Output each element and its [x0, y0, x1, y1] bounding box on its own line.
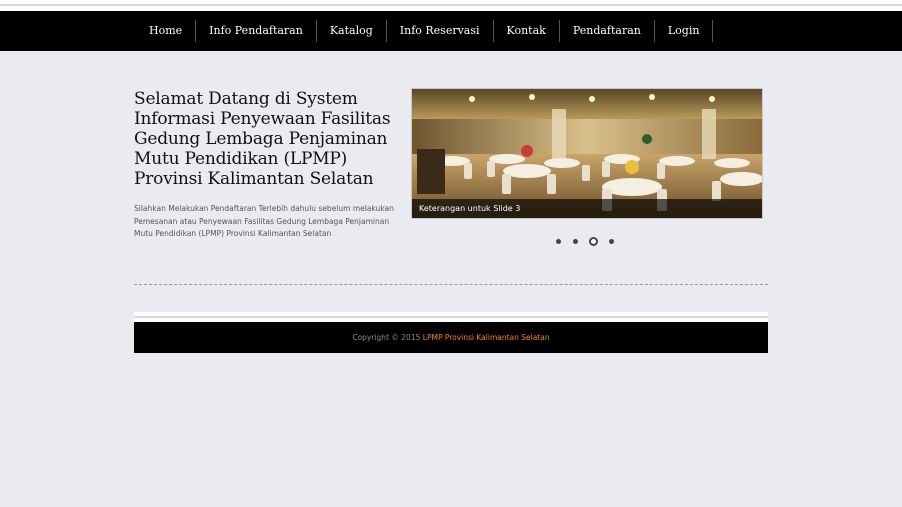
- slider-dot-2[interactable]: [573, 239, 578, 244]
- nav-login[interactable]: Login: [655, 20, 714, 42]
- slider-dot-4[interactable]: [609, 239, 614, 244]
- slider-dot-1[interactable]: [556, 239, 561, 244]
- nav-info-pendaftaran[interactable]: Info Pendaftaran: [196, 20, 317, 42]
- main-nav: Home Info Pendaftaran Katalog Info Reser…: [136, 11, 714, 51]
- content-divider: [134, 284, 768, 285]
- slider-pagination: [556, 237, 626, 246]
- footer: Copyright © 2015 LPMP Provinsi Kalimanta…: [134, 322, 768, 353]
- image-slider[interactable]: Keterangan untuk Slide 3: [411, 88, 763, 219]
- navbar: Home Info Pendaftaran Katalog Info Reser…: [0, 11, 902, 51]
- nav-info-reservasi[interactable]: Info Reservasi: [387, 20, 494, 42]
- footer-copyright: Copyright © 2015: [352, 333, 421, 342]
- footer-brand-link[interactable]: LPMP Provinsi Kalimantan Selatan: [423, 333, 550, 342]
- footer-top-strip: [134, 312, 768, 322]
- page-headline: Selamat Datang di System Informasi Penye…: [134, 89, 391, 189]
- slide-caption: Keterangan untuk Slide 3: [412, 199, 762, 218]
- nav-katalog[interactable]: Katalog: [317, 20, 387, 42]
- intro-text: Silahkan Melakukan Pendaftaran Terlebih …: [134, 204, 394, 238]
- nav-home[interactable]: Home: [136, 20, 197, 42]
- nav-kontak[interactable]: Kontak: [494, 20, 560, 42]
- nav-pendaftaran[interactable]: Pendaftaran: [560, 20, 655, 42]
- slider-dot-3-active[interactable]: [589, 237, 598, 246]
- top-strip: [0, 0, 902, 11]
